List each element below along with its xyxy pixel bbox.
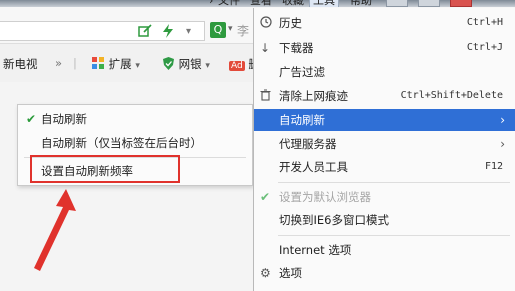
- search-engine-icon[interactable]: Q: [210, 22, 226, 38]
- submenu-item-auto-refresh[interactable]: ✔ 自动刷新: [18, 108, 252, 130]
- netbank-button[interactable]: 网银 ▾: [162, 56, 210, 72]
- menu-item-label: 清除上网痕迹: [279, 89, 348, 103]
- search-engine-caret-icon: ▾: [228, 24, 233, 34]
- extensions-icon: [92, 57, 104, 69]
- extensions-caret-icon: ▾: [135, 61, 140, 71]
- search-input[interactable]: 李: [237, 22, 249, 39]
- restore-button[interactable]: [418, 0, 440, 7]
- download-icon: ↓: [260, 41, 271, 55]
- menu-help[interactable]: 帮助: [350, 0, 372, 7]
- shield-icon: [163, 57, 174, 70]
- menu-item-clear-history[interactable]: 清除上网痕迹 Ctrl+Shift+Delete: [254, 85, 515, 107]
- menu-item-label: 选项: [279, 266, 302, 280]
- netbank-label: 网银: [178, 57, 202, 71]
- submenu-item-background-only[interactable]: 自动刷新（仅当标签在后台时）: [18, 132, 252, 154]
- menu-item-label: 代理服务器: [279, 137, 337, 151]
- menu-item-label: 历史: [279, 16, 302, 30]
- annotation-highlight-box: [30, 155, 180, 183]
- tools-dropdown-menu: 历史 Ctrl+H ↓ 下载器 Ctrl+J 广告过滤 清除上网痕迹 Ctrl+…: [253, 8, 515, 291]
- address-bar[interactable]: ▾: [0, 21, 205, 41]
- dropdown-caret-icon[interactable]: ▾: [186, 25, 191, 39]
- menu-item-label: 自动刷新: [279, 113, 325, 127]
- favorite-site-link[interactable]: 新电视: [3, 56, 38, 72]
- lightning-icon[interactable]: [162, 24, 174, 41]
- menu-divider: [278, 235, 510, 236]
- overflow-chevron-icon[interactable]: »: [55, 56, 62, 70]
- clock-icon: [260, 12, 272, 34]
- menu-item-options[interactable]: ⚙ 选项: [254, 262, 515, 284]
- menu-item-internet-options[interactable]: Internet 选项: [254, 239, 515, 261]
- menu-item-developer-tools[interactable]: 开发人员工具 F12: [254, 156, 515, 178]
- ad-block-icon: Ad: [229, 61, 245, 71]
- toolbar-divider: |: [73, 56, 77, 70]
- menu-item-ie6-mode[interactable]: 切换到IE6多窗口模式: [254, 209, 515, 231]
- menu-bar: › 文件 查看 收藏 工具 帮助: [0, 0, 515, 7]
- gear-icon: ⚙: [260, 266, 271, 280]
- menu-item-auto-refresh[interactable]: 自动刷新 ›: [254, 109, 515, 131]
- menu-item-label: 切换到IE6多窗口模式: [279, 213, 389, 227]
- submenu-item-label: 自动刷新: [41, 112, 87, 126]
- shortcut-text: Ctrl+H: [466, 17, 503, 28]
- menu-item-proxy-server[interactable]: 代理服务器 ›: [254, 133, 515, 155]
- check-icon: ✔: [260, 190, 271, 204]
- menu-item-history[interactable]: 历史 Ctrl+H: [254, 12, 515, 34]
- netbank-caret-icon: ▾: [205, 61, 210, 71]
- menu-item-set-default-browser: ✔ 设置为默认浏览器: [254, 186, 515, 208]
- menu-item-ad-filter[interactable]: 广告过滤: [254, 61, 515, 83]
- menu-item-label: 设置为默认浏览器: [279, 190, 371, 204]
- menu-item-label: 下载器: [279, 41, 314, 55]
- submenu-arrow-icon: ›: [500, 113, 505, 127]
- menu-favorites[interactable]: 收藏: [282, 0, 304, 7]
- submenu-arrow-icon: ›: [500, 137, 505, 151]
- shortcut-text: Ctrl+J: [466, 42, 503, 53]
- close-window-button[interactable]: [450, 0, 472, 7]
- menu-file[interactable]: 文件: [218, 0, 240, 7]
- menu-item-label: 广告过滤: [279, 65, 325, 79]
- check-icon: ✔: [26, 112, 37, 126]
- menu-item-label: Internet 选项: [279, 243, 352, 257]
- extensions-button[interactable]: 扩展 ▾: [92, 56, 140, 72]
- menu-item-downloader[interactable]: ↓ 下载器 Ctrl+J: [254, 37, 515, 59]
- menu-tools[interactable]: 工具: [309, 0, 339, 7]
- search-box[interactable]: Q ▾ 李: [210, 22, 253, 40]
- minimize-button[interactable]: [386, 0, 408, 7]
- menu-item-label: 开发人员工具: [279, 160, 348, 174]
- edit-box-icon[interactable]: [138, 24, 152, 41]
- shortcut-text: F12: [484, 161, 503, 172]
- menu-view[interactable]: 查看: [250, 0, 272, 7]
- shortcut-text: Ctrl+Shift+Delete: [400, 90, 503, 101]
- menu-divider: [278, 182, 510, 183]
- menu-separator-arrow: ›: [209, 0, 214, 7]
- annotation-arrow-icon: [34, 189, 76, 271]
- extensions-label: 扩展: [108, 57, 132, 71]
- submenu-item-label: 自动刷新（仅当标签在后台时）: [41, 136, 202, 150]
- trash-icon: [260, 85, 271, 107]
